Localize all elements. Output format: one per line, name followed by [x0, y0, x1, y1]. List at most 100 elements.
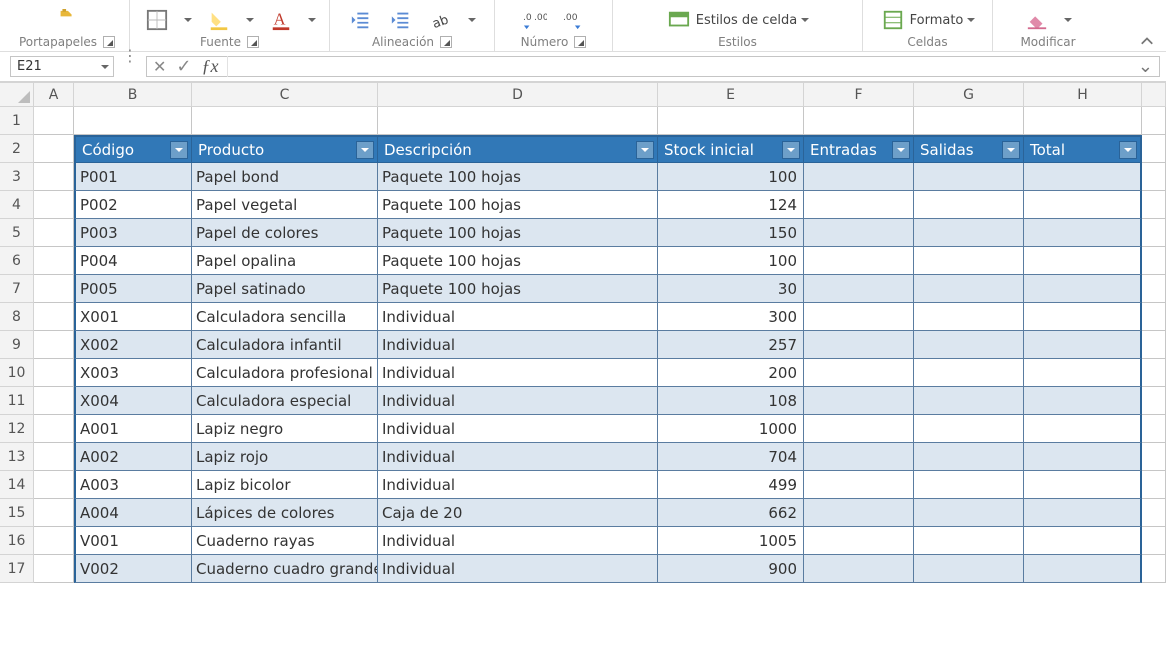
table-cell[interactable]: Papel opalina [192, 247, 378, 275]
row-header[interactable]: 11 [0, 387, 34, 415]
dialog-launcher-icon[interactable] [574, 36, 586, 48]
cell[interactable] [74, 107, 192, 135]
table-header-cell[interactable]: Salidas [914, 135, 1024, 163]
column-header[interactable]: D [378, 83, 658, 107]
row-header[interactable]: 7 [0, 275, 34, 303]
table-cell[interactable] [914, 415, 1024, 443]
table-cell[interactable]: A004 [74, 499, 192, 527]
row-header[interactable]: 17 [0, 555, 34, 583]
cell[interactable] [34, 107, 74, 135]
cell[interactable] [34, 555, 74, 583]
table-cell[interactable]: Calculadora sencilla [192, 303, 378, 331]
collapse-ribbon-icon[interactable] [1138, 33, 1156, 51]
table-cell[interactable]: Caja de 20 [378, 499, 658, 527]
table-cell[interactable]: Calculadora infantil [192, 331, 378, 359]
borders-icon[interactable] [144, 9, 170, 31]
chevron-down-icon[interactable] [308, 18, 316, 26]
table-cell[interactable] [1024, 163, 1142, 191]
cell[interactable] [1142, 415, 1166, 443]
cell[interactable] [1142, 191, 1166, 219]
increase-indent-icon[interactable] [388, 9, 414, 31]
table-cell[interactable]: 704 [658, 443, 804, 471]
cell[interactable] [658, 107, 804, 135]
cell[interactable] [192, 107, 378, 135]
table-cell[interactable] [1024, 527, 1142, 555]
enter-icon[interactable]: ✓ [176, 56, 191, 77]
row-header[interactable]: 8 [0, 303, 34, 331]
cell[interactable] [34, 247, 74, 275]
table-cell[interactable] [914, 247, 1024, 275]
name-box[interactable]: E21 [10, 56, 114, 77]
table-header-cell[interactable]: Stock inicial [658, 135, 804, 163]
cell[interactable] [34, 303, 74, 331]
table-cell[interactable]: P003 [74, 219, 192, 247]
table-cell[interactable]: Lápices de colores [192, 499, 378, 527]
chevron-down-icon[interactable] [246, 18, 254, 26]
table-cell[interactable] [804, 219, 914, 247]
table-cell[interactable]: 200 [658, 359, 804, 387]
column-header[interactable]: G [914, 83, 1024, 107]
cell[interactable] [1142, 163, 1166, 191]
cell[interactable] [34, 359, 74, 387]
table-cell[interactable]: P004 [74, 247, 192, 275]
row-header[interactable]: 3 [0, 163, 34, 191]
cell[interactable] [1142, 247, 1166, 275]
table-cell[interactable] [1024, 471, 1142, 499]
cell[interactable] [34, 443, 74, 471]
table-cell[interactable]: 662 [658, 499, 804, 527]
cell[interactable] [34, 387, 74, 415]
table-cell[interactable] [804, 191, 914, 219]
format-button[interactable]: Formato [880, 9, 976, 31]
table-cell[interactable] [914, 359, 1024, 387]
table-cell[interactable] [804, 527, 914, 555]
cell[interactable] [1142, 303, 1166, 331]
table-cell[interactable] [1024, 443, 1142, 471]
fill-color-icon[interactable] [206, 9, 232, 31]
table-cell[interactable] [804, 303, 914, 331]
table-cell[interactable] [914, 499, 1024, 527]
table-cell[interactable]: Individual [378, 471, 658, 499]
table-cell[interactable]: Paquete 100 hojas [378, 247, 658, 275]
paste-icon[interactable] [54, 9, 80, 31]
fx-icon[interactable]: ƒx [202, 56, 219, 77]
table-cell[interactable]: V001 [74, 527, 192, 555]
cell[interactable] [1142, 135, 1166, 163]
table-cell[interactable] [914, 163, 1024, 191]
table-cell[interactable]: 124 [658, 191, 804, 219]
table-cell[interactable] [804, 387, 914, 415]
table-cell[interactable]: A002 [74, 443, 192, 471]
cell[interactable] [34, 163, 74, 191]
table-cell[interactable]: Individual [378, 415, 658, 443]
chevron-down-icon[interactable] [101, 65, 109, 73]
table-cell[interactable] [914, 527, 1024, 555]
row-header[interactable]: 5 [0, 219, 34, 247]
table-cell[interactable] [1024, 303, 1142, 331]
column-header[interactable]: E [658, 83, 804, 107]
table-cell[interactable]: X003 [74, 359, 192, 387]
table-cell[interactable] [914, 331, 1024, 359]
table-cell[interactable] [804, 415, 914, 443]
cell[interactable] [1142, 387, 1166, 415]
cell[interactable] [34, 415, 74, 443]
table-cell[interactable]: P001 [74, 163, 192, 191]
table-cell[interactable]: Individual [378, 303, 658, 331]
table-cell[interactable] [914, 303, 1024, 331]
cell[interactable] [34, 527, 74, 555]
table-cell[interactable] [804, 331, 914, 359]
table-cell[interactable]: Lapiz bicolor [192, 471, 378, 499]
table-cell[interactable] [804, 555, 914, 583]
chevron-down-icon[interactable] [184, 18, 192, 26]
table-cell[interactable]: 1005 [658, 527, 804, 555]
dialog-launcher-icon[interactable] [440, 36, 452, 48]
table-cell[interactable]: Paquete 100 hojas [378, 163, 658, 191]
column-header[interactable]: C [192, 83, 378, 107]
cell[interactable] [804, 107, 914, 135]
table-header-cell[interactable]: Total [1024, 135, 1142, 163]
cell[interactable] [1142, 443, 1166, 471]
cell[interactable] [1142, 499, 1166, 527]
row-header[interactable]: 1 [0, 107, 34, 135]
filter-button[interactable] [782, 141, 800, 159]
cell[interactable] [34, 219, 74, 247]
chevron-down-icon[interactable] [1064, 18, 1072, 26]
row-header[interactable]: 6 [0, 247, 34, 275]
